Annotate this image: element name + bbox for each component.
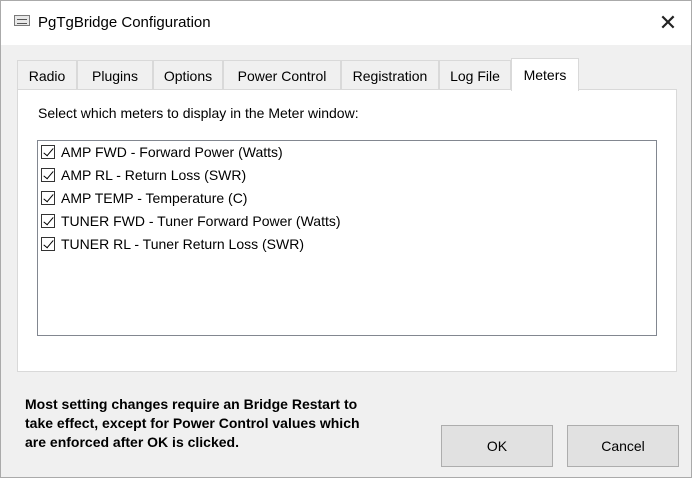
tab-log-file[interactable]: Log File	[439, 60, 511, 90]
meter-item-label: TUNER RL - Tuner Return Loss (SWR)	[61, 236, 304, 252]
meter-item-label: AMP RL - Return Loss (SWR)	[61, 167, 247, 183]
app-icon	[14, 15, 30, 26]
title-bar[interactable]: PgTgBridge Configuration ✕	[1, 1, 691, 45]
meter-item-tuner-rl[interactable]: TUNER RL - Tuner Return Loss (SWR)	[41, 234, 304, 254]
window-title: PgTgBridge Configuration	[38, 14, 211, 31]
checkbox-checked-icon[interactable]	[41, 214, 55, 228]
meter-item-label: AMP TEMP - Temperature (C)	[61, 190, 248, 206]
ok-button[interactable]: OK	[441, 425, 553, 467]
checkbox-checked-icon[interactable]	[41, 237, 55, 251]
meters-instruction: Select which meters to display in the Me…	[38, 105, 359, 121]
config-dialog: PgTgBridge Configuration ✕ Radio Plugins…	[0, 0, 692, 478]
checkbox-checked-icon[interactable]	[41, 145, 55, 159]
tab-power-control[interactable]: Power Control	[223, 60, 341, 90]
meters-panel: Select which meters to display in the Me…	[17, 89, 677, 372]
checkbox-checked-icon[interactable]	[41, 191, 55, 205]
restart-note-line: are enforced after OK is clicked.	[25, 434, 239, 450]
tab-meters[interactable]: Meters	[511, 58, 579, 91]
restart-note-line: Most setting changes require an Bridge R…	[25, 396, 358, 412]
meter-item-label: AMP FWD - Forward Power (Watts)	[61, 144, 283, 160]
restart-note-line: take effect, except for Power Control va…	[25, 415, 360, 431]
checkbox-checked-icon[interactable]	[41, 168, 55, 182]
meter-item-tuner-fwd[interactable]: TUNER FWD - Tuner Forward Power (Watts)	[41, 211, 341, 231]
meter-checklist[interactable]: AMP FWD - Forward Power (Watts) AMP RL -…	[37, 140, 657, 336]
meter-item-label: TUNER FWD - Tuner Forward Power (Watts)	[61, 213, 341, 229]
tab-options[interactable]: Options	[153, 60, 223, 90]
restart-note: Most setting changes require an Bridge R…	[25, 395, 425, 452]
cancel-button[interactable]: Cancel	[567, 425, 679, 467]
tab-plugins[interactable]: Plugins	[77, 60, 153, 90]
tab-registration[interactable]: Registration	[341, 60, 439, 90]
tab-radio[interactable]: Radio	[17, 60, 77, 90]
meter-item-amp-rl[interactable]: AMP RL - Return Loss (SWR)	[41, 165, 246, 185]
close-button[interactable]: ✕	[645, 1, 691, 45]
meter-item-amp-temp[interactable]: AMP TEMP - Temperature (C)	[41, 188, 247, 208]
meter-item-amp-fwd[interactable]: AMP FWD - Forward Power (Watts)	[41, 142, 283, 162]
